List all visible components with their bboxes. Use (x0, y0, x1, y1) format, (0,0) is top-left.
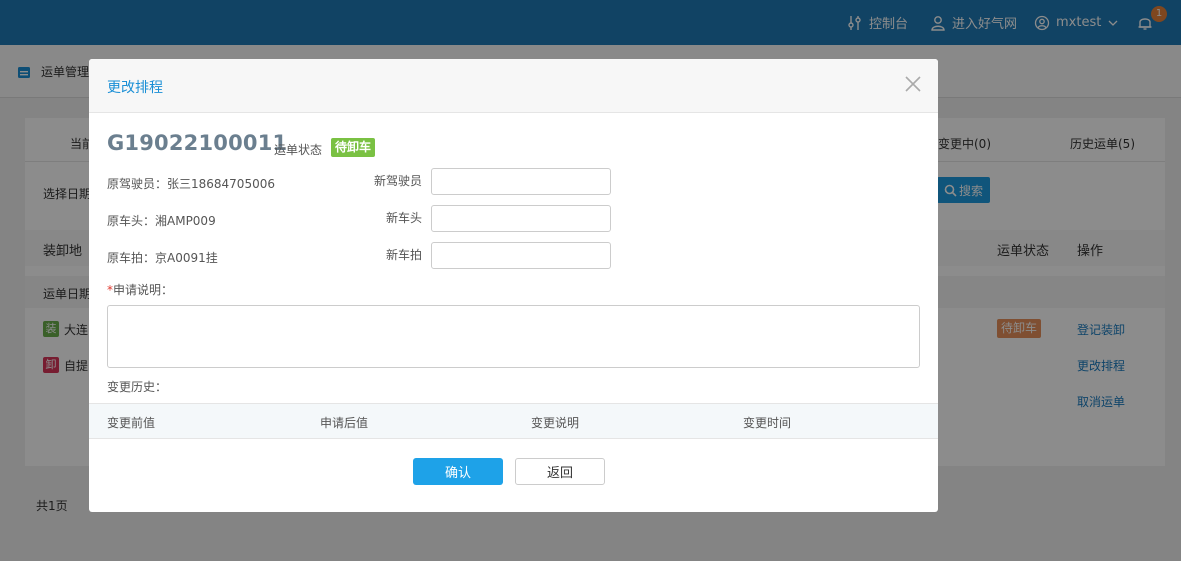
order-status-label: 运单状态 (274, 143, 323, 157)
history-col-reason: 变更说明 (531, 416, 580, 430)
reason-label-text: 申请说明： (113, 283, 174, 297)
reschedule-dialog: 更改排程 G19022100011 运单状态 待卸车 原驾驶员：张三186847… (89, 59, 938, 512)
dialog-title: 更改排程 (107, 80, 163, 96)
new-truck-head-label: 新车头 (385, 211, 422, 225)
new-driver-input[interactable] (431, 168, 611, 195)
original-driver: 原驾驶员：张三18684705006 (107, 177, 275, 191)
dialog-header: 更改排程 (89, 59, 938, 113)
history-table-header: 变更前值 申请后值 变更说明 变更时间 (89, 403, 938, 439)
original-truck-head: 原车头：湘AMP009 (107, 214, 216, 228)
history-col-before: 变更前值 (107, 416, 156, 430)
order-number: G19022100011 (107, 131, 288, 155)
new-driver-label: 新驾驶员 (373, 174, 422, 188)
confirm-button[interactable]: 确认 (413, 458, 503, 485)
close-icon[interactable] (904, 75, 922, 93)
history-label: 变更历史： (107, 380, 168, 394)
back-button[interactable]: 返回 (515, 458, 605, 485)
order-status-badge: 待卸车 (331, 138, 376, 157)
reason-textarea[interactable] (107, 305, 920, 368)
history-col-after: 申请后值 (320, 416, 369, 430)
reason-label: *申请说明： (107, 281, 173, 298)
new-trailer-input[interactable] (431, 242, 611, 269)
new-truck-head-input[interactable] (431, 205, 611, 232)
original-trailer: 原车拍：京A0091挂 (107, 251, 218, 265)
history-col-time: 变更时间 (743, 416, 792, 430)
new-trailer-label: 新车拍 (385, 248, 422, 262)
